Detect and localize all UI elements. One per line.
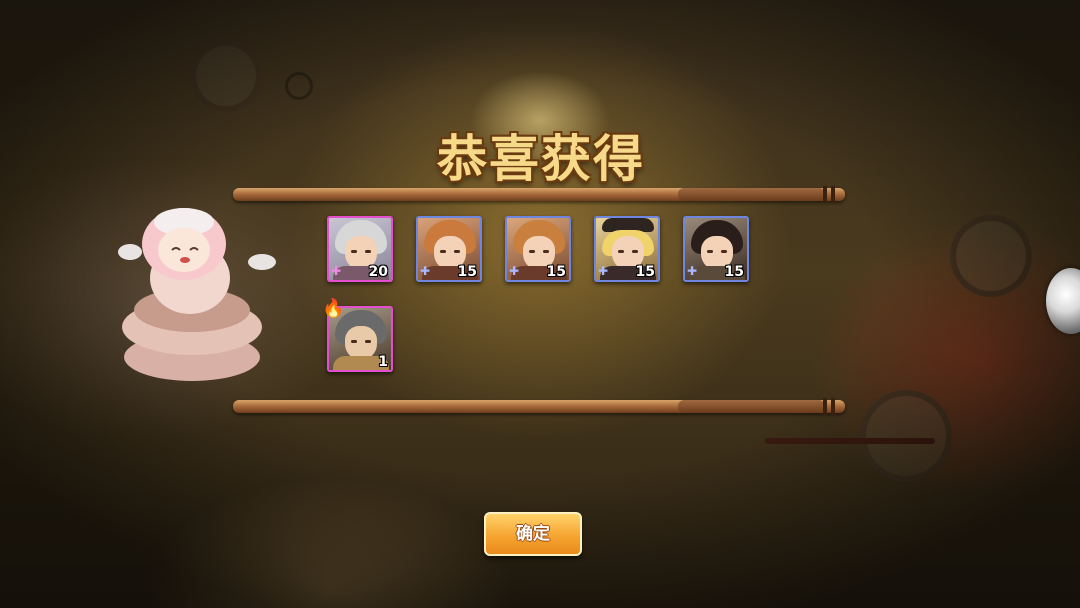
top-chopstick-divider (233, 186, 845, 203)
fragment-count: 20 (368, 264, 388, 280)
reward-card[interactable]: ✚ 15 (594, 216, 660, 282)
fragment-count: 1 (378, 354, 388, 370)
fragment-count: 15 (724, 264, 744, 280)
reward-card[interactable]: ✚ 20 (327, 216, 393, 282)
fragment-count: 15 (635, 264, 655, 280)
reward-card[interactable]: ✚ 15 (505, 216, 571, 282)
reward-grid: ✚ 20 ✚ 15 ✚ 15 ✚ 15 ✚ 15 1 (327, 215, 767, 380)
puzzle-piece-icon: ✚ (509, 264, 520, 278)
puzzle-piece-icon: ✚ (687, 264, 698, 278)
mascot-character (118, 208, 276, 381)
puzzle-piece-icon: ✚ (598, 264, 609, 278)
puzzle-piece-icon: ✚ (331, 264, 342, 278)
reward-card[interactable]: ✚ 15 (683, 216, 749, 282)
confirm-button[interactable]: 确定 (484, 512, 582, 556)
fragment-count: 15 (546, 264, 566, 280)
fragment-count: 15 (457, 264, 477, 280)
fire-icon: 🔥 (322, 298, 345, 319)
reward-title: 恭喜获得 (437, 129, 645, 188)
reward-card[interactable]: ✚ 15 (416, 216, 482, 282)
bottom-chopstick-divider (233, 398, 845, 415)
puzzle-piece-icon: ✚ (420, 264, 431, 278)
